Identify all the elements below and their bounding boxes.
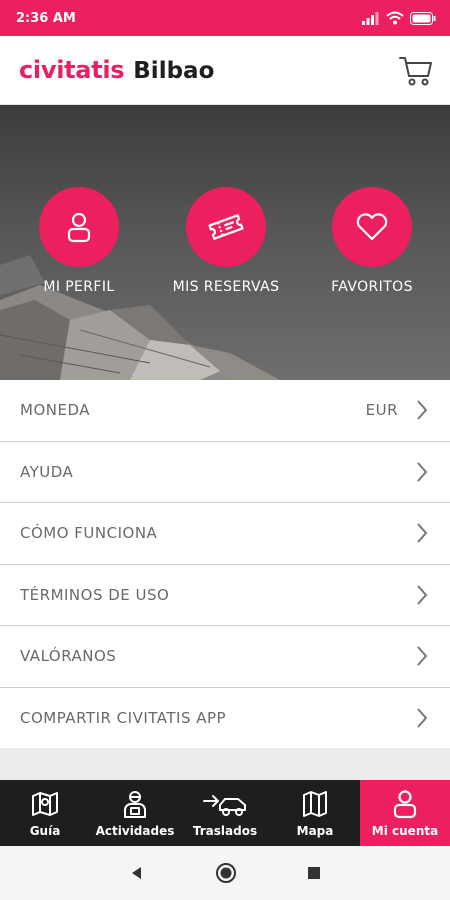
currency-value: EUR: [365, 401, 398, 420]
map-icon: [303, 791, 327, 817]
user-icon: [67, 212, 91, 243]
menu-item-terms[interactable]: TÉRMINOS DE USO: [0, 564, 450, 626]
account-hero: MI PERFIL MIS RESERVAS FAVORITOS: [0, 105, 450, 380]
menu-item-how-it-works[interactable]: CÓMO FUNCIONA: [0, 503, 450, 565]
recents-icon[interactable]: [307, 866, 321, 880]
menu-item-label: MONEDA: [20, 401, 90, 420]
favorites-circle[interactable]: [332, 187, 412, 267]
wifi-icon: [386, 11, 404, 25]
tab-map[interactable]: Mapa: [270, 780, 360, 846]
tab-activities-label: Actividades: [95, 824, 175, 838]
bookings-circle[interactable]: [186, 187, 266, 267]
chevron-right-icon: [417, 523, 428, 543]
battery-icon: [410, 11, 436, 25]
book-map-icon: [32, 792, 58, 816]
menu-item-help[interactable]: AYUDA: [0, 441, 450, 503]
status-time: 2:36 AM: [16, 10, 76, 26]
tab-my-account[interactable]: Mi cuenta: [360, 780, 450, 846]
civitatis-logo: civitatis: [19, 56, 125, 84]
bottom-tab-bar: Guía Actividades Traslados Mapa Mi cuent…: [0, 780, 450, 846]
app-header: civitatis Bilbao: [0, 36, 450, 105]
chevron-right-icon: [417, 646, 428, 666]
content-bottom-spacer: [0, 748, 450, 780]
menu-item-label: VALÓRANOS: [20, 647, 117, 666]
tab-my-account-label: Mi cuenta: [371, 824, 439, 838]
user-icon: [393, 790, 417, 819]
heart-icon: [356, 213, 388, 241]
menu-item-label: AYUDA: [20, 462, 74, 481]
profile-circle[interactable]: [39, 187, 119, 267]
menu-item-right: EUR: [366, 399, 428, 421]
chevron-right-icon: [417, 462, 428, 482]
system-nav-bar: [0, 846, 450, 900]
menu-item-label: CÓMO FUNCIONA: [20, 524, 158, 543]
signal-icon: [362, 11, 379, 25]
tab-map-label: Mapa: [296, 824, 334, 838]
menu-item-rate-us[interactable]: VALÓRANOS: [0, 626, 450, 688]
tab-activities[interactable]: Actividades: [90, 780, 180, 846]
menu-item-label: TÉRMINOS DE USO: [20, 585, 170, 604]
chevron-right-icon: [417, 585, 428, 605]
tab-transfers[interactable]: Traslados: [180, 780, 270, 846]
my-profile-button[interactable]: MI PERFIL: [14, 187, 144, 295]
menu-item-currency[interactable]: MONEDA EUR: [0, 380, 450, 442]
tab-guide[interactable]: Guía: [0, 780, 90, 846]
status-bar: 2:36 AM: [0, 0, 450, 36]
tab-transfers-label: Traslados: [192, 824, 258, 838]
guide-person-icon: [124, 791, 146, 818]
menu-item-label: COMPARTIR CIVITATIS APP: [20, 708, 227, 727]
brand: civitatis Bilbao: [19, 56, 214, 84]
chevron-right-icon: [417, 400, 428, 420]
back-icon[interactable]: [129, 865, 145, 881]
car-transfer-icon: [203, 795, 246, 816]
city-title: Bilbao: [133, 58, 215, 84]
cart-icon[interactable]: [398, 52, 434, 88]
menu-item-share-app[interactable]: COMPARTIR CIVITATIS APP: [0, 687, 450, 749]
home-icon[interactable]: [215, 862, 237, 884]
tab-guide-label: Guía: [29, 824, 61, 838]
ticket-icon: [208, 214, 244, 240]
favorites-label: FAVORITOS: [331, 279, 413, 295]
my-profile-label: MI PERFIL: [43, 279, 115, 295]
my-bookings-button[interactable]: MIS RESERVAS: [161, 187, 291, 295]
status-icons: [362, 11, 436, 25]
my-bookings-label: MIS RESERVAS: [172, 279, 280, 295]
favorites-button[interactable]: FAVORITOS: [307, 187, 437, 295]
chevron-right-icon: [417, 708, 428, 728]
settings-menu: MONEDA EUR AYUDA CÓMO FUNCIONA TÉRMINOS …: [0, 380, 450, 749]
